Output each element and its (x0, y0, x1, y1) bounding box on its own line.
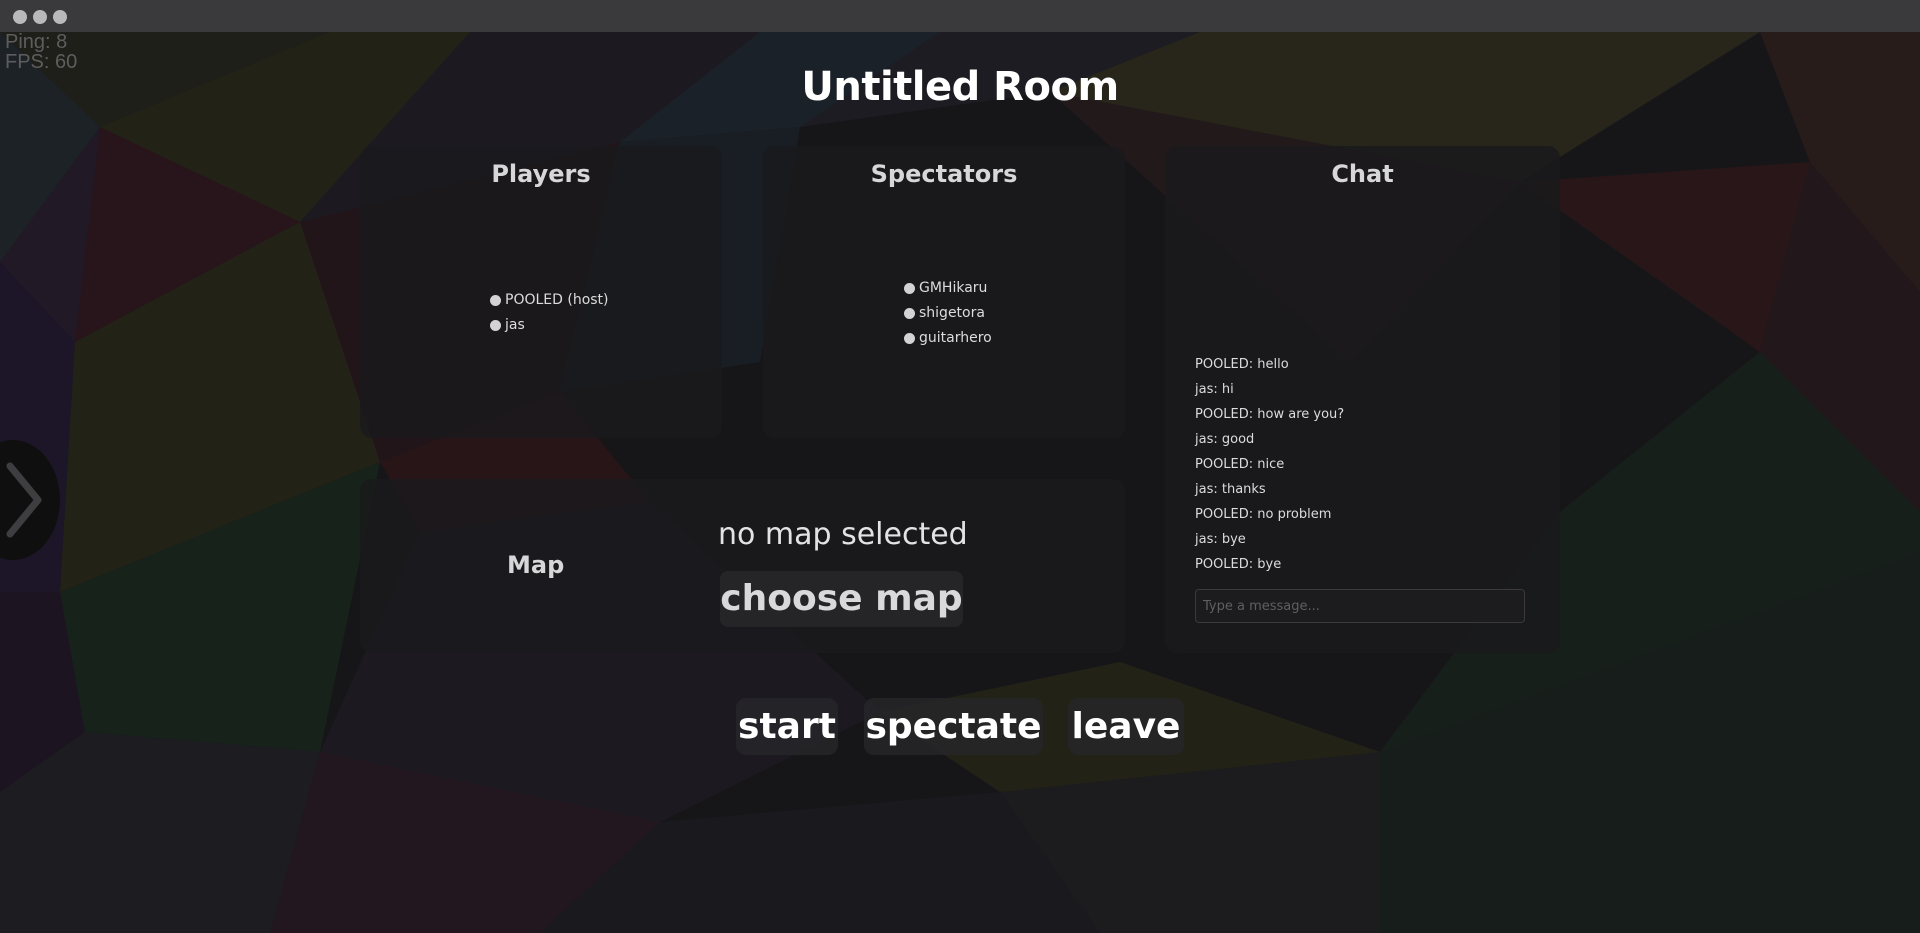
chat-message: POOLED: hello (1195, 357, 1289, 372)
chat-messages: POOLED: hello jas: hi POOLED: how are yo… (1195, 352, 1344, 577)
chat-message: jas: hi (1195, 382, 1234, 397)
room-title: Untitled Room (801, 64, 1119, 110)
chat-message: jas: bye (1195, 532, 1246, 547)
window-maximize-dot[interactable] (53, 10, 67, 24)
window-minimize-dot[interactable] (33, 10, 47, 24)
window-close-dot[interactable] (13, 10, 27, 24)
spectators-list: GMHikaru shigetora guitarhero (904, 276, 992, 351)
spectate-button[interactable]: spectate (864, 698, 1043, 755)
chevron-right-icon (6, 462, 42, 538)
game-window: Ping: 8 FPS: 60 Untitled Room Players PO… (0, 0, 1920, 933)
spectator-dot-icon (904, 333, 915, 344)
leave-button[interactable]: leave (1068, 698, 1184, 755)
chat-message: POOLED: bye (1195, 557, 1282, 572)
spectator-dot-icon (904, 283, 915, 294)
list-item[interactable]: guitarhero (904, 326, 992, 351)
start-button[interactable]: start (736, 698, 838, 755)
chat-message: jas: thanks (1195, 482, 1266, 497)
chat-message: jas: good (1195, 432, 1255, 447)
map-status: no map selected (718, 517, 968, 552)
chat-input[interactable] (1195, 589, 1525, 623)
list-item[interactable]: POOLED (host) (490, 288, 609, 313)
chat-message: POOLED: no problem (1195, 507, 1332, 522)
players-panel: Players POOLED (host) jas (360, 146, 722, 438)
players-list: POOLED (host) jas (490, 288, 609, 338)
spectators-title: Spectators (870, 160, 1018, 188)
window-titlebar (0, 0, 1920, 32)
chat-title: Chat (1331, 160, 1394, 188)
chat-panel: Chat POOLED: hello jas: hi POOLED: how a… (1165, 146, 1560, 653)
list-item[interactable]: GMHikaru (904, 276, 992, 301)
chat-message: POOLED: nice (1195, 457, 1285, 472)
player-dot-icon (490, 295, 501, 306)
spectators-panel: Spectators GMHikaru shigetora guitarhero (763, 146, 1125, 438)
choose-map-button[interactable]: choose map (720, 571, 963, 627)
chat-message: POOLED: how are you? (1195, 407, 1345, 422)
players-title: Players (491, 160, 591, 188)
spectator-dot-icon (904, 308, 915, 319)
map-label: Map (507, 551, 565, 579)
map-panel: Map no map selected choose map (360, 479, 1125, 653)
player-dot-icon (490, 320, 501, 331)
list-item[interactable]: shigetora (904, 301, 992, 326)
list-item[interactable]: jas (490, 313, 609, 338)
ping-readout: Ping: 8 (5, 31, 68, 53)
